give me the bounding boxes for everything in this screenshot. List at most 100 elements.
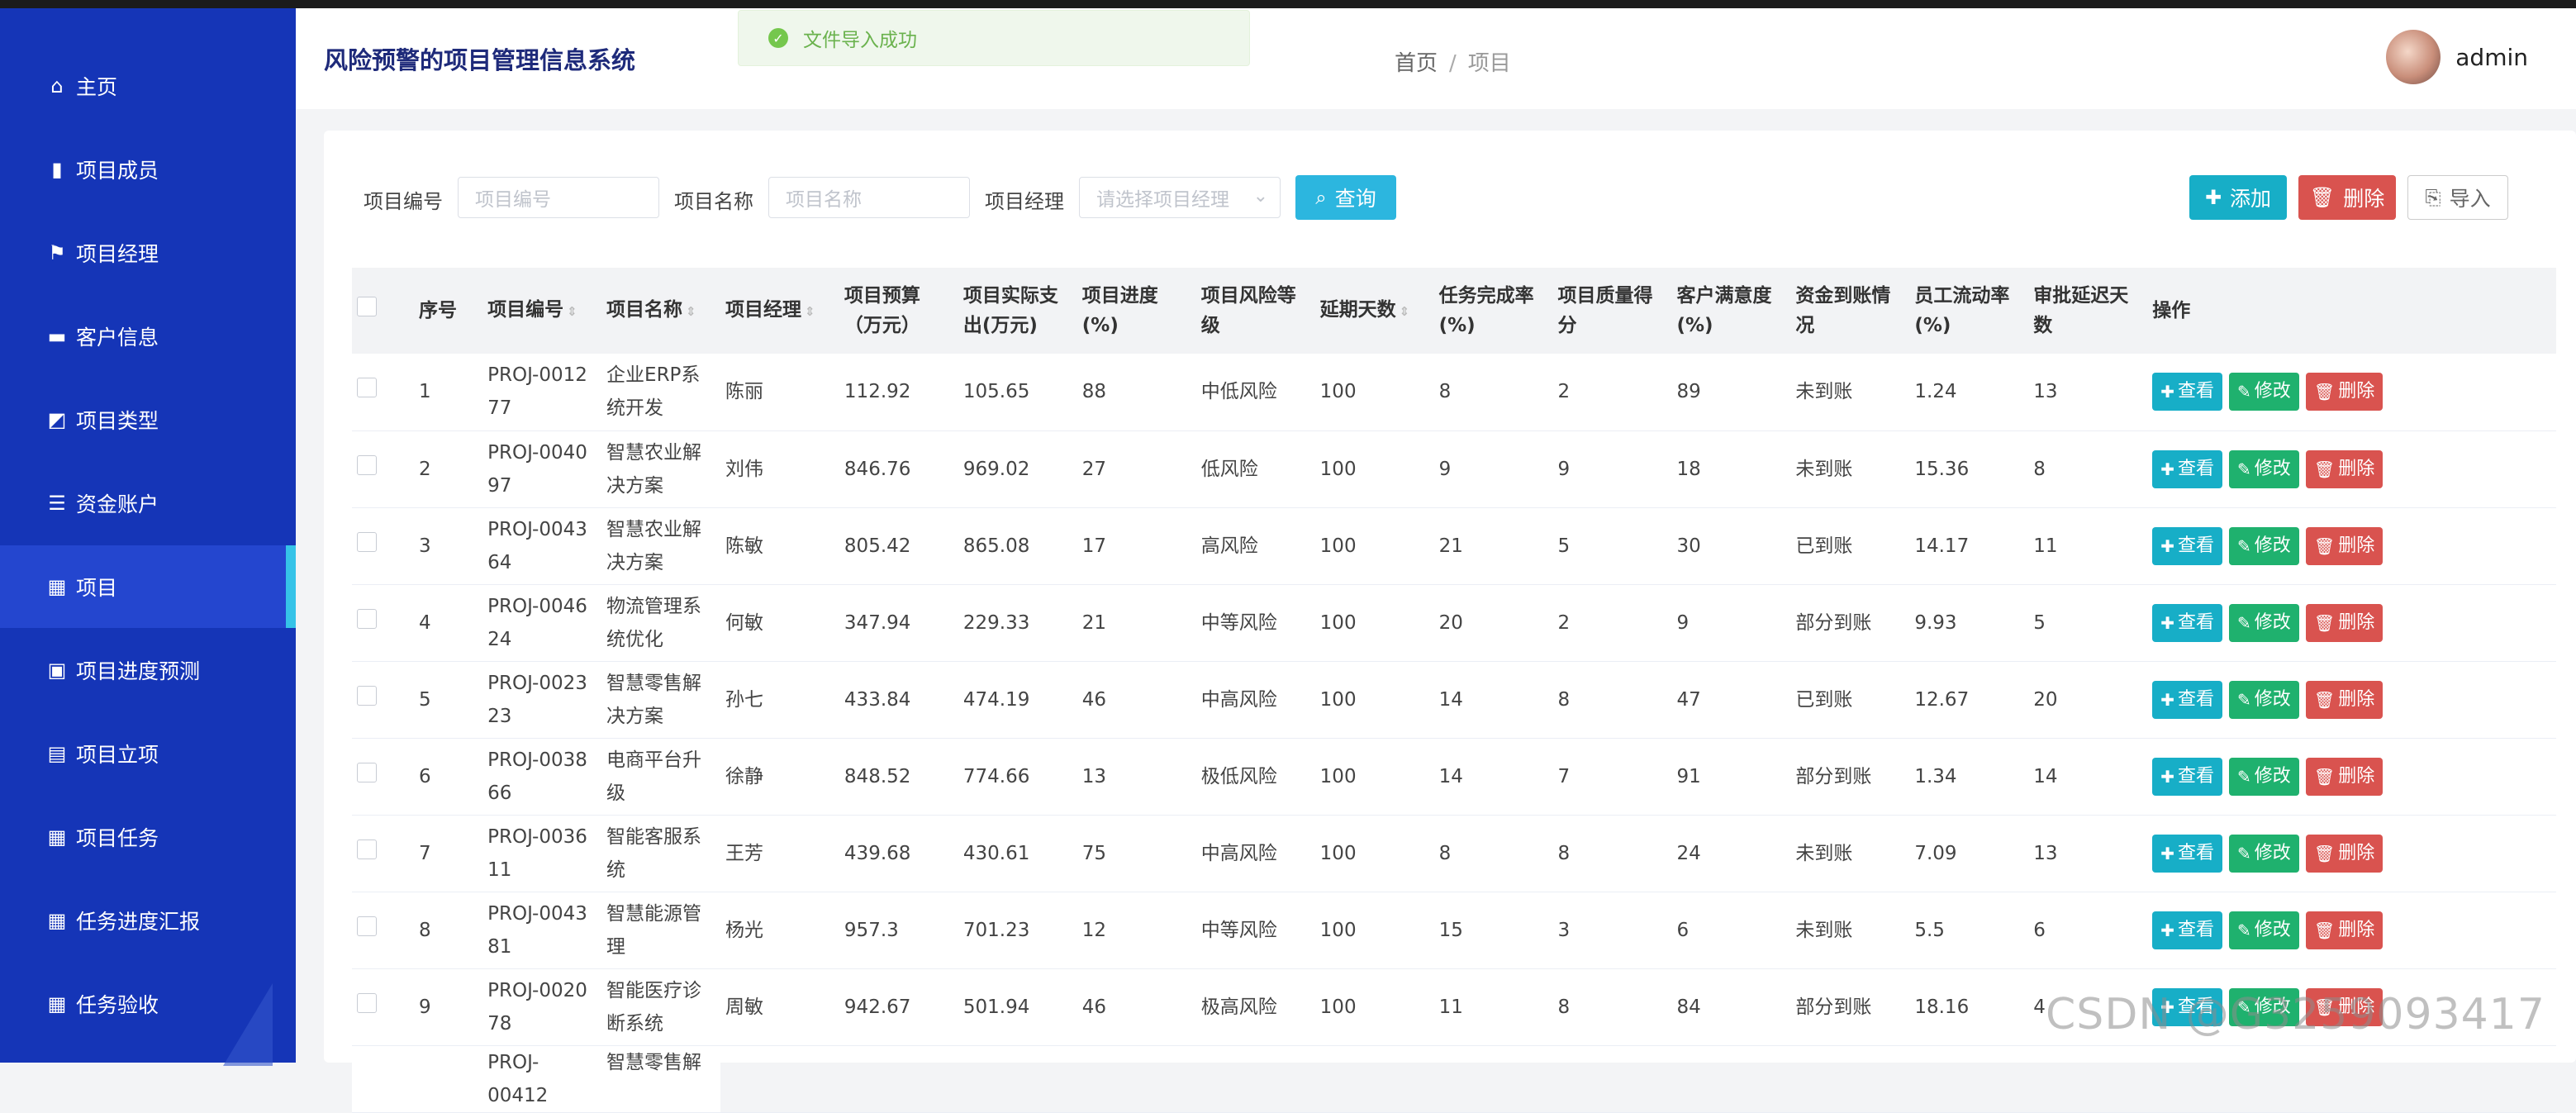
sidebar-item-7[interactable]: ▣ 项目进度预测 (0, 629, 296, 711)
import-button[interactable]: ⎘ 导入 (2407, 175, 2508, 220)
table-cell: 75 (1081, 842, 1107, 864)
column-header: 资金到账情况 (1790, 268, 1909, 354)
sidebar-item-3[interactable]: ▬ 客户信息 (0, 295, 296, 378)
add-button[interactable]: ✚ 添加 (2189, 175, 2287, 220)
row-delete-button[interactable]: 🗑 删除 (2305, 526, 2384, 565)
column-header[interactable]: 项目编号 ⇕ (482, 268, 601, 354)
row-delete-button[interactable]: 🗑 删除 (2305, 757, 2384, 796)
trash-icon: 🗑 (2309, 186, 2336, 209)
row-delete-button[interactable]: 🗑 删除 (2305, 373, 2384, 411)
sort-icon[interactable]: ⇕ (567, 304, 577, 319)
project-code-input[interactable]: 项目编号 (458, 177, 659, 218)
grid-icon: ▦ (47, 909, 67, 932)
sidebar-item-label: 资金账户 (76, 492, 159, 516)
user-menu[interactable]: admin (2386, 30, 2528, 84)
row-delete-button[interactable]: 🗑 删除 (2305, 603, 2384, 642)
delete-button[interactable]: 🗑 删除 (2298, 175, 2396, 220)
row-checkbox[interactable] (357, 762, 377, 782)
table-cell: 1 (419, 381, 431, 403)
row-delete-button[interactable]: 🗑 删除 (2305, 680, 2384, 719)
row-delete-button[interactable]: 🗑 删除 (2305, 449, 2384, 488)
table-cell: 88 (1081, 381, 1107, 403)
sidebar-item-1[interactable]: ▮ 项目成员 (0, 128, 296, 211)
edit-icon: ✎ (2237, 382, 2251, 402)
table-cell: 低风险 (1200, 458, 1258, 480)
table-cell: PROJ-002078 (487, 979, 587, 1035)
sidebar-item-label: 主页 (76, 75, 118, 99)
sidebar-item-10[interactable]: ▦ 任务进度汇报 (0, 879, 296, 962)
sidebar-item-label: 任务进度汇报 (76, 910, 201, 934)
row-checkbox[interactable] (357, 685, 377, 706)
edit-button[interactable]: ✎ 修改 (2229, 911, 2299, 949)
select-all-checkbox[interactable] (357, 297, 377, 316)
sidebar-item-2[interactable]: ⚑ 项目经理 (0, 212, 296, 294)
edit-button[interactable]: ✎ 修改 (2229, 373, 2299, 411)
row-checkbox[interactable] (357, 608, 377, 629)
edit-button[interactable]: ✎ 修改 (2229, 526, 2299, 565)
view-button-label: 查看 (2178, 611, 2215, 633)
sort-icon[interactable]: ⇕ (805, 304, 815, 319)
query-button[interactable]: ⌕ 查询 (1295, 175, 1396, 220)
table-row: 6 PROJ-003866 电商平台升级 徐静 848.52 774.66 13 极低风险 10… (352, 738, 2556, 815)
table-cell: 2 (419, 458, 431, 480)
username[interactable]: admin (2455, 44, 2528, 71)
view-button[interactable]: ✚ 查看 (2152, 449, 2223, 488)
row-checkbox[interactable] (357, 454, 377, 475)
sidebar-item-6[interactable]: ▦ 项目 (0, 545, 296, 628)
table-cell: 5 (1557, 535, 1571, 557)
chart-icon: ◩ (47, 408, 67, 431)
plus-icon: ✚ (2160, 843, 2174, 863)
view-button[interactable]: ✚ 查看 (2152, 680, 2223, 719)
sidebar-item-0[interactable]: ⌂ 主页 (0, 45, 296, 127)
row-checkbox[interactable] (357, 839, 377, 859)
row-checkbox[interactable] (357, 378, 377, 398)
sort-icon[interactable]: ⇕ (686, 304, 696, 319)
table-cell: 430.61 (962, 842, 1030, 864)
row-select-cell (352, 507, 414, 584)
view-button[interactable]: ✚ 查看 (2152, 757, 2223, 796)
edit-button[interactable]: ✎ 修改 (2229, 680, 2299, 719)
table-cell: 智能客服系统 (606, 825, 702, 881)
edit-button[interactable]: ✎ 修改 (2229, 834, 2299, 873)
list-icon: ☰ (48, 492, 66, 515)
table-cell: 100 (1319, 458, 1357, 480)
table-cell: 电商平台升级 (606, 749, 702, 804)
project-manager-select[interactable]: 请选择项目经理 ⌄ (1079, 177, 1281, 218)
table-cell: 969.02 (962, 458, 1030, 480)
table-cell: 9 (1676, 611, 1690, 634)
project-name-input[interactable]: 项目名称 (768, 177, 970, 218)
header: 风险预警的项目管理信息系统 首页 / 项目 admin (296, 8, 2576, 109)
view-button[interactable]: ✚ 查看 (2152, 526, 2223, 565)
avatar[interactable] (2386, 30, 2441, 84)
view-button[interactable]: ✚ 查看 (2152, 603, 2223, 642)
sidebar-item-4[interactable]: ◩ 项目类型 (0, 378, 296, 461)
sidebar-item-9[interactable]: ▦ 项目任务 (0, 796, 296, 878)
sidebar-item-5[interactable]: ☰ 资金账户 (0, 462, 296, 545)
sidebar-item-8[interactable]: ▤ 项目立项 (0, 712, 296, 795)
column-header-label: 项目实际支出(万元) (962, 285, 1058, 336)
view-button[interactable]: ✚ 查看 (2152, 834, 2223, 873)
column-header[interactable]: 延期天数 ⇕ (1315, 268, 1434, 354)
row-delete-button[interactable]: 🗑 删除 (2305, 834, 2384, 873)
table-cell: 229.33 (962, 611, 1030, 634)
edit-button[interactable]: ✎ 修改 (2229, 603, 2299, 642)
view-button[interactable]: ✚ 查看 (2152, 373, 2223, 411)
sidebar: ⌂ 主页 ▮ 项目成员 ⚑ 项目经理 ▬ 客户信息 ◩ 项目类型 ☰ 资金账户 ▦ 项目 ▣ 项目进度预测 ▤ 项… (0, 8, 296, 1066)
edit-button[interactable]: ✎ 修改 (2229, 757, 2299, 796)
row-checkbox[interactable] (357, 992, 377, 1013)
row-checkbox[interactable] (357, 916, 377, 936)
select-all-cell (352, 268, 414, 354)
column-header[interactable]: 项目经理 ⇕ (720, 268, 839, 354)
row-checkbox[interactable] (357, 531, 377, 552)
edit-icon: ✎ (2237, 535, 2251, 556)
table-cell: 8 (1438, 842, 1452, 864)
breadcrumb-home[interactable]: 首页 (1395, 51, 1438, 76)
edit-button-label: 修改 (2254, 611, 2291, 633)
edit-button[interactable]: ✎ 修改 (2229, 449, 2299, 488)
view-button[interactable]: ✚ 查看 (2152, 911, 2223, 949)
column-header[interactable]: 项目名称 ⇕ (601, 268, 720, 354)
row-delete-button[interactable]: 🗑 删除 (2305, 911, 2384, 949)
sort-icon[interactable]: ⇕ (1400, 304, 1410, 319)
sidebar-item-11[interactable]: ▦ 任务验收 (0, 963, 296, 1045)
table-cell: 未到账 (1795, 458, 1853, 480)
